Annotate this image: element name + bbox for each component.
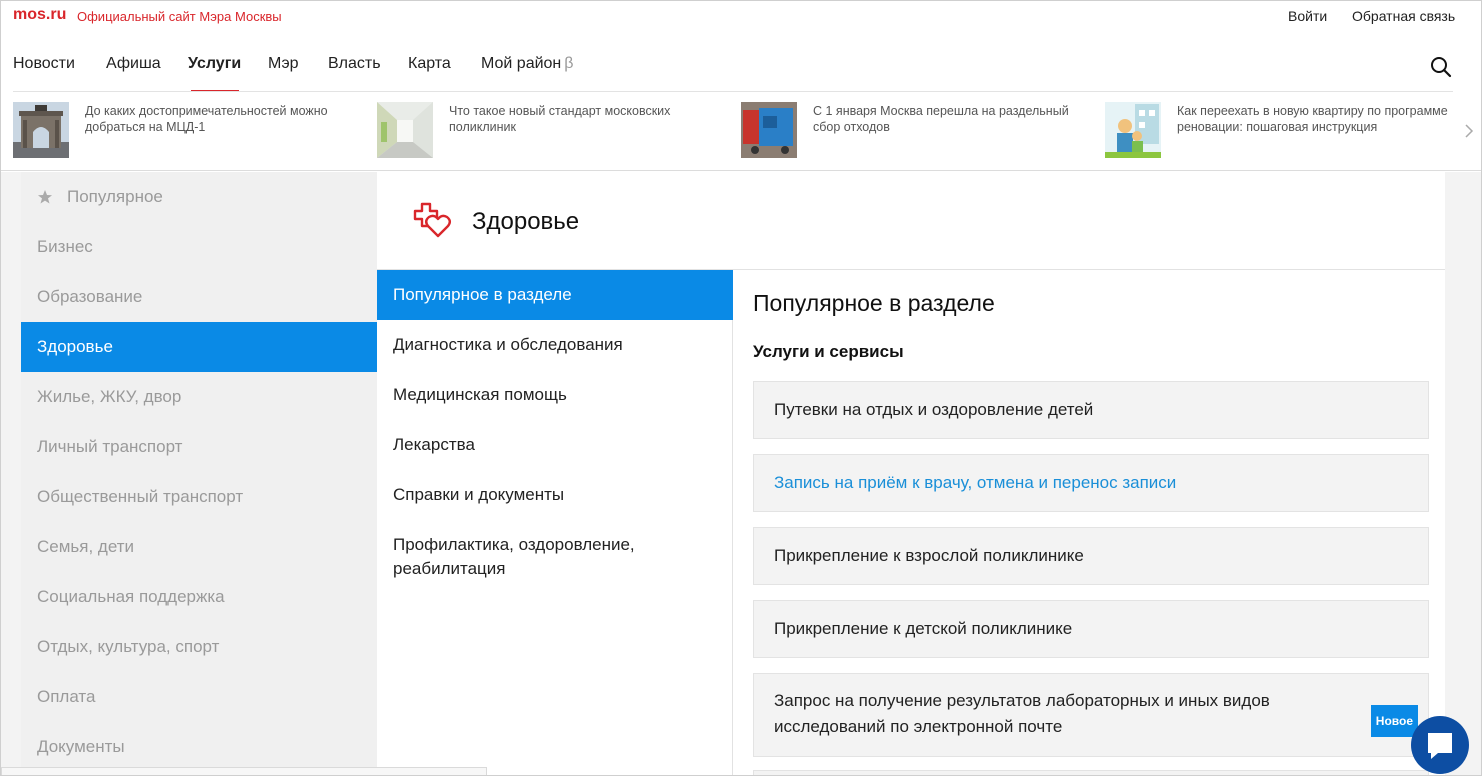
category-item-health[interactable]: Здоровье	[21, 322, 377, 372]
news-text: С 1 января Москва перешла на раздельный …	[813, 104, 1069, 134]
browser-status-bar	[1, 767, 487, 775]
nav-mayor[interactable]: Мэр	[268, 55, 299, 73]
service-card-label: Прикрепление к взрослой поликлинике	[774, 546, 1084, 565]
site-logo[interactable]: mos.ru	[13, 6, 66, 24]
service-card[interactable]: Прикрепление к детской поликлинике	[753, 600, 1429, 658]
category-label: Популярное	[67, 187, 163, 206]
health-cross-heart-icon	[413, 202, 451, 238]
nav-news[interactable]: Новости	[13, 55, 75, 73]
beta-mark: β	[564, 55, 574, 72]
top-bar: mos.ru Официальный сайт Мэра Москвы Войт…	[1, 1, 1481, 31]
service-card[interactable]: Запрос на получение результатов лаборато…	[753, 673, 1429, 757]
nav-divider	[13, 91, 1453, 92]
category-list: Популярное Бизнес Образование Здоровье Ж…	[21, 172, 377, 775]
service-card[interactable]: Запись на приём к врачу, отмена и перено…	[753, 454, 1429, 512]
browser-page: mos.ru Официальный сайт Мэра Москвы Войт…	[0, 0, 1482, 776]
subsection-certificates[interactable]: Справки и документы	[377, 483, 733, 507]
category-item-business[interactable]: Бизнес	[21, 222, 377, 272]
category-item-payment[interactable]: Оплата	[21, 672, 377, 722]
service-card[interactable]	[753, 770, 1429, 775]
category-item-popular[interactable]: Популярное	[21, 172, 377, 222]
news-strip: До каких достопримечательностей можно до…	[1, 93, 1481, 171]
chevron-right-icon[interactable]	[1463, 121, 1475, 141]
service-card-label: Запись на приём к врачу, отмена и перено…	[774, 473, 1177, 492]
search-icon[interactable]	[1429, 55, 1453, 79]
nav-afisha[interactable]: Афиша	[106, 55, 161, 73]
section-header: Здоровье	[377, 172, 1445, 270]
clinic-corridor-thumbnail	[377, 102, 433, 158]
subsection-nav: Популярное в разделе Диагностика и обсле…	[377, 270, 733, 775]
section-title: Здоровье	[472, 208, 580, 235]
category-item-social-support[interactable]: Социальная поддержка	[21, 572, 377, 622]
renovation-illustration-thumbnail	[1105, 102, 1161, 158]
service-card-label: Путевки на отдых и оздоровление детей	[774, 400, 1094, 419]
star-icon	[38, 190, 52, 204]
subsection-medical-help[interactable]: Медицинская помощь	[377, 383, 733, 407]
category-item-documents[interactable]: Документы	[21, 722, 377, 772]
triumphal-arch-thumbnail	[13, 102, 69, 158]
feedback-link[interactable]: Обратная связь	[1352, 8, 1455, 24]
news-text: Что такое новый стандарт московских поли…	[449, 104, 671, 134]
category-item-family[interactable]: Семья, дети	[21, 522, 377, 572]
service-card-label: Запрос на получение результатов лаборато…	[774, 691, 1270, 736]
service-card-label: Прикрепление к детской поликлинике	[774, 619, 1073, 638]
news-text: Как переехать в новую квартиру по програ…	[1177, 104, 1448, 134]
news-text: До каких достопримечательностей можно до…	[85, 104, 328, 134]
category-item-housing[interactable]: Жилье, ЖКУ, двор	[21, 372, 377, 422]
nav-services[interactable]: Услуги	[188, 55, 241, 73]
site-tagline[interactable]: Официальный сайт Мэра Москвы	[77, 9, 282, 24]
subsection-prevention[interactable]: Профилактика, оздоровление, реабилитация	[377, 533, 677, 581]
subsection-popular[interactable]: Популярное в разделе	[377, 270, 733, 320]
category-item-public-transport[interactable]: Общественный транспорт	[21, 472, 377, 522]
waste-bins-thumbnail	[741, 102, 797, 158]
category-item-leisure[interactable]: Отдых, культура, спорт	[21, 622, 377, 672]
nav-my-district-label: Мой район	[481, 55, 562, 72]
category-item-education[interactable]: Образование	[21, 272, 377, 322]
main-nav: Новости Афиша Услуги Мэр Власть Карта Мо…	[1, 31, 1481, 93]
nav-government[interactable]: Власть	[328, 55, 381, 73]
nav-my-district[interactable]: Мой район β	[481, 55, 573, 73]
chat-bubble-icon	[1428, 733, 1452, 759]
subsection-medicines[interactable]: Лекарства	[377, 433, 733, 457]
nav-map[interactable]: Карта	[408, 55, 451, 73]
category-item-personal-transport[interactable]: Личный транспорт	[21, 422, 377, 472]
section-panel: Здоровье Популярное в разделе Диагностик…	[377, 172, 1445, 775]
services-title: Популярное в разделе	[753, 290, 995, 316]
service-card[interactable]: Прикрепление к взрослой поликлинике	[753, 527, 1429, 585]
login-link[interactable]: Войти	[1288, 8, 1327, 24]
service-card[interactable]: Путевки на отдых и оздоровление детей	[753, 381, 1429, 439]
content-area: Популярное Бизнес Образование Здоровье Ж…	[1, 172, 1481, 775]
subsection-diagnostics[interactable]: Диагностика и обследования	[377, 333, 733, 357]
services-panel: Популярное в разделе Услуги и сервисы Пу…	[733, 270, 1445, 775]
chat-button[interactable]	[1411, 716, 1469, 774]
services-subtitle: Услуги и сервисы	[753, 342, 904, 361]
